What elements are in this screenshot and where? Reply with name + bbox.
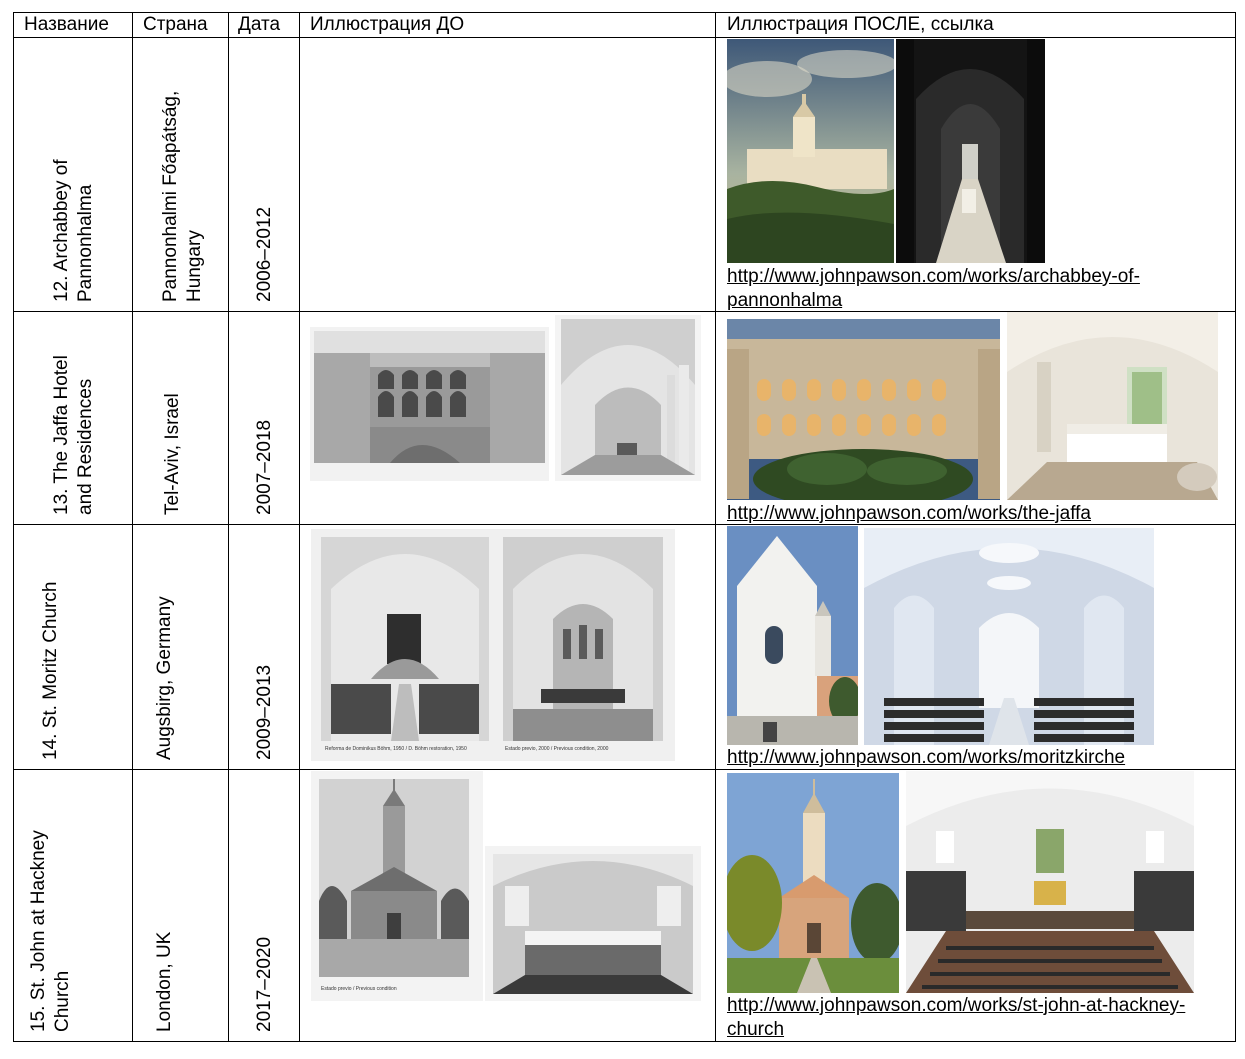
grid-line	[1235, 12, 1236, 1042]
header-before: Иллюстрация ДО	[310, 14, 465, 35]
row-15-country: London, UK	[154, 931, 175, 1032]
before-caption-hackney: Estado previo / Previous condition	[321, 986, 397, 992]
header-country: Страна	[143, 14, 208, 35]
after-photo-pannonhalma-interior	[896, 39, 1045, 263]
row-14-name: 14. St. Moritz Church	[40, 581, 61, 760]
before-photo-jaffa-chapel	[555, 315, 701, 481]
after-photo-moritz-exterior	[727, 526, 858, 745]
row-14-link[interactable]: http://www.johnpawson.com/works/moritzki…	[727, 746, 1125, 770]
before-photo-moritz-interior: Reforma de Dominikus Böhm, 1950 / D. Böh…	[311, 529, 675, 761]
header-name: Название	[24, 14, 109, 35]
row-12-link[interactable]: http://www.johnpawson.com/works/archabbe…	[727, 265, 1140, 313]
before-photo-jaffa-courtyard	[310, 327, 549, 481]
row-15-date: 2017–2020	[254, 936, 275, 1032]
grid-line	[715, 12, 716, 1042]
row-13-country: Tel-Aviv, Israel	[162, 393, 183, 515]
after-photo-hackney-interior	[906, 771, 1194, 993]
before-photo-hackney-exterior: Estado previo / Previous condition	[311, 771, 483, 1001]
header-date: Дата	[238, 14, 281, 35]
row-12-country: Pannonhalmi Főapátság, Hungary	[160, 90, 205, 302]
after-photo-pannonhalma-exterior	[727, 39, 894, 263]
before-caption-moritz-2: Estado previo, 2000 / Previous condition…	[505, 746, 609, 752]
header-after: Иллюстрация ПОСЛЕ, ссылка	[727, 14, 994, 35]
after-photo-jaffa-courtyard	[727, 319, 1000, 500]
grid-line	[228, 12, 229, 1042]
before-photo-hackney-interior	[485, 846, 701, 1001]
row-14-date: 2009–2013	[254, 664, 275, 760]
row-14-country: Augsbirg, Germany	[154, 596, 175, 760]
row-12-name: 12. Archabbey of Pannonhalma	[51, 159, 96, 302]
row-13-date: 2007–2018	[254, 419, 275, 515]
grid-line	[299, 12, 300, 1042]
row-15-link[interactable]: http://www.johnpawson.com/works/st-john-…	[727, 994, 1185, 1042]
grid-line	[13, 37, 1236, 38]
row-13-name: 13. The Jaffa Hotel and Residences	[51, 355, 96, 515]
before-caption-moritz-1: Reforma de Dominikus Böhm, 1950 / D. Böh…	[325, 746, 467, 752]
after-photo-moritz-interior	[864, 528, 1154, 745]
after-photo-jaffa-room	[1007, 312, 1218, 500]
grid-line	[132, 12, 133, 1042]
after-photo-hackney-exterior	[727, 773, 899, 993]
row-15-name: 15. St. John at Hackney Church	[28, 830, 73, 1032]
row-13-link[interactable]: http://www.johnpawson.com/works/the-jaff…	[727, 502, 1091, 526]
grid-line	[13, 12, 14, 1042]
row-12-date: 2006–2012	[254, 206, 275, 302]
